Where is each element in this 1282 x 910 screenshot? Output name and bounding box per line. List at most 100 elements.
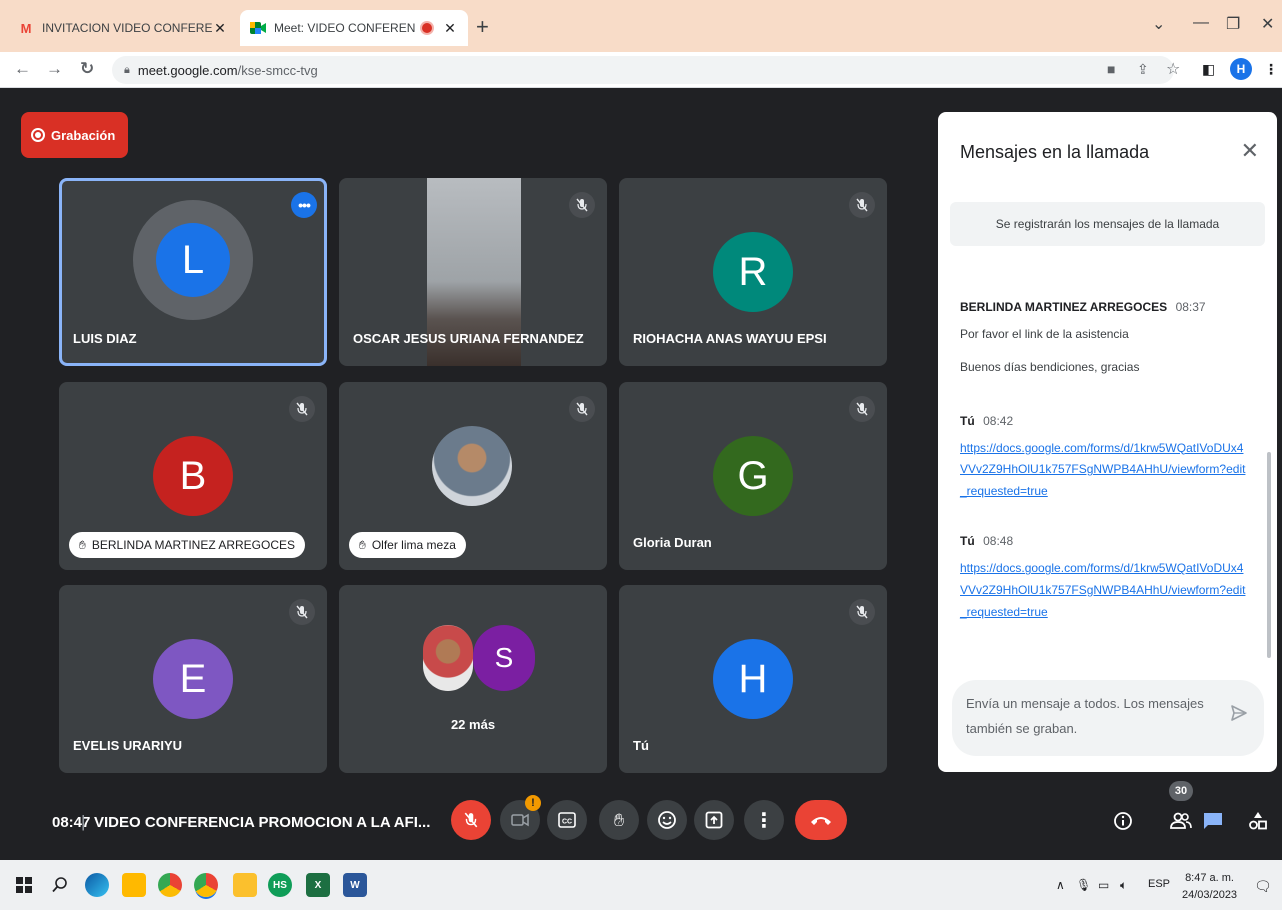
present-screen-button[interactable] [694,800,734,840]
chrome-profile-icon[interactable] [194,873,218,897]
side-panel-icon[interactable]: ◧ [1202,61,1215,78]
edge-icon[interactable] [85,873,109,897]
captions-button[interactable]: CC [547,800,587,840]
close-panel-icon[interactable]: ✕ [1241,138,1259,164]
more-participants-count: 22 más [450,717,496,732]
participant-tile-more[interactable]: S 22 más [339,585,607,773]
show-hidden-icons-icon[interactable]: ∧ [1056,878,1065,892]
chat-message: BERLINDA MARTINEZ ARREGOCES 08:37 Por fa… [960,298,1250,376]
windows-start-icon[interactable] [12,873,36,897]
participant-tile-gloria[interactable]: G Gloria Duran [619,382,887,570]
meeting-details-button[interactable] [1110,808,1136,834]
word-icon[interactable]: W [343,873,367,897]
chat-composer [952,680,1264,756]
close-tab-icon[interactable]: ✕ [212,20,228,37]
tab-search-icon[interactable]: ⌄ [1152,14,1165,34]
activities-button[interactable] [1245,808,1271,834]
tab-gmail[interactable]: M INVITACION VIDEO CONFERENC ✕ [8,10,238,46]
back-icon[interactable]: ← [14,59,31,79]
message-link[interactable]: https://docs.google.com/forms/d/1krw5WQa… [960,558,1250,623]
avatar: G [713,436,793,516]
separator: | [81,812,86,831]
message-sender: Tú [960,413,975,428]
chrome-icon[interactable] [158,873,182,897]
send-icon[interactable] [1230,704,1248,727]
more-options-button[interactable]: ⋮ [744,800,784,840]
message-sender: BERLINDA MARTINEZ ARREGOCES [960,300,1168,314]
close-tab-icon[interactable]: ✕ [442,20,458,37]
url-input[interactable]: 🔒︎ meet.google.com/kse-smcc-tvg [112,56,1174,84]
participant-tile-evelis[interactable]: E EVELIS URARIYU [59,585,327,773]
share-icon[interactable]: ⇪ [1137,61,1149,78]
reload-icon[interactable]: ↻ [80,59,94,79]
avatar: S [473,625,535,691]
camera-icon [511,813,529,827]
lock-icon: 🔒︎ [124,63,130,76]
people-icon [1170,812,1192,829]
chat-scrollbar[interactable] [1267,452,1271,658]
excel-icon[interactable]: X [306,873,330,897]
bookmark-star-icon[interactable]: ☆ [1166,59,1180,79]
raise-hand-button[interactable]: ✋︎ [599,800,639,840]
participant-tile-self[interactable]: H Tú [619,585,887,773]
mic-off-icon [464,812,478,828]
chat-title: Mensajes en la llamada [960,142,1150,162]
windows-taskbar: HS X W ∧ 🎙︎ ▭ 🔈︎ ESP 8:47 a. m. 24/03/20… [0,860,1282,910]
participant-tile-luis-diaz[interactable]: L ••• LUIS DIAZ [59,178,327,366]
volume-icon[interactable]: 🔈︎ [1120,878,1127,893]
participant-tile-riohacha[interactable]: R RIOHACHA ANAS WAYUU EPSI [619,178,887,366]
leave-call-button[interactable] [795,800,847,840]
mic-off-icon [569,192,595,218]
microphone-icon[interactable]: 🎙︎ [1076,878,1091,892]
more-vertical-icon: ⋮ [754,809,774,832]
chat-notice: Se registrarán los mensajes de la llamad… [950,202,1265,246]
file-explorer-icon[interactable] [122,873,146,897]
avatar: H [713,639,793,719]
participant-name: Tú [633,738,649,753]
hs-app-icon[interactable]: HS [268,873,292,897]
recording-badge[interactable]: Grabación [21,112,128,158]
chat-icon [1204,813,1222,829]
tab-meet[interactable]: Meet: VIDEO CONFERENCIA ✕ [240,10,468,46]
meeting-title[interactable]: VIDEO CONFERENCIA PROMOCION A LA AFI... [94,814,430,831]
chat-message: Tú 08:42 https://docs.google.com/forms/d… [960,412,1250,503]
recording-label: Grabación [51,127,116,143]
browser-tab-strip: M INVITACION VIDEO CONFERENC ✕ Meet: VID… [0,0,1282,52]
message-link[interactable]: https://docs.google.com/forms/d/1krw5WQa… [960,438,1250,503]
network-icon[interactable]: ▭ [1098,878,1109,892]
camera-in-use-icon[interactable]: ■ [1107,61,1115,77]
new-tab-button[interactable]: + [476,16,489,38]
participant-count-badge: 30 [1169,781,1193,801]
more-options-icon[interactable]: ••• [291,192,317,218]
people-button[interactable] [1168,808,1194,834]
restore-icon[interactable]: ❐ [1226,14,1240,34]
microphone-toggle-button[interactable] [451,800,491,840]
browser-menu-icon[interactable]: ⋮ [1264,61,1278,78]
gmail-icon: M [20,20,32,36]
close-window-icon[interactable]: ✕ [1261,14,1274,34]
recording-indicator-icon [422,23,432,33]
message-sender: Tú [960,534,975,549]
activities-icon [1249,812,1267,830]
forward-icon[interactable]: → [46,59,63,79]
chat-messages: BERLINDA MARTINEZ ARREGOCES 08:37 Por fa… [960,298,1250,647]
mic-off-icon [569,396,595,422]
participant-tile-oscar[interactable]: OSCAR JESUS URIANA FERNANDEZ [339,178,607,366]
system-clock[interactable]: 8:47 a. m. 24/03/2023 [1182,870,1237,903]
sticky-notes-icon[interactable] [233,873,257,897]
participant-tile-olfer[interactable]: ✋︎ Olfer lima meza [339,382,607,570]
language-indicator[interactable]: ESP [1148,878,1170,890]
svg-text:CC: CC [562,819,572,826]
search-icon[interactable] [48,873,72,897]
profile-avatar[interactable]: H [1230,58,1252,80]
chat-button[interactable] [1200,808,1226,834]
participant-name: EVELIS URARIYU [73,738,183,753]
chat-message-input[interactable] [966,692,1214,744]
participant-tile-berlinda[interactable]: B ✋︎ BERLINDA MARTINEZ ARREGOCES [59,382,327,570]
tab-title: Meet: VIDEO CONFERENCIA [274,21,416,35]
camera-warning-badge[interactable]: ! [525,795,541,811]
mic-off-icon [849,396,875,422]
notifications-icon[interactable]: 🗨︎ [1254,878,1272,895]
minimize-icon[interactable]: — [1193,14,1209,32]
reactions-button[interactable] [647,800,687,840]
